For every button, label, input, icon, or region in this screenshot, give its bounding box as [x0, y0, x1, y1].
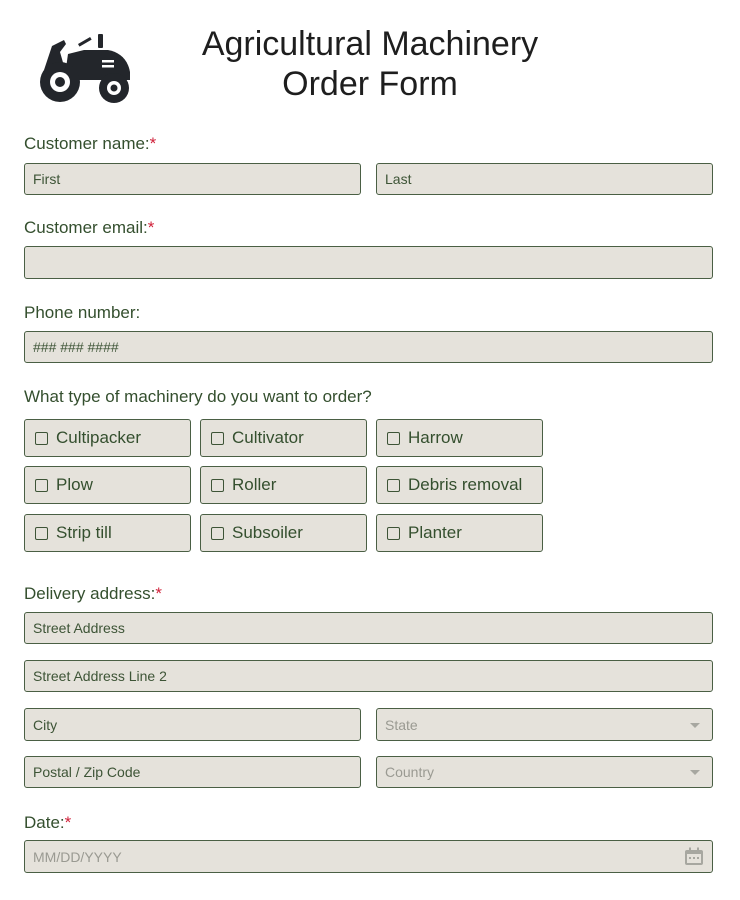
- date-label-text: Date:: [24, 813, 65, 832]
- checkbox-icon[interactable]: [35, 526, 48, 540]
- state-placeholder: State: [385, 716, 418, 733]
- checkbox-label: Cultipacker: [56, 428, 142, 447]
- date-input[interactable]: MM/DD/YYYY: [24, 840, 713, 873]
- checkbox-icon[interactable]: [35, 431, 48, 445]
- checkbox-label: Planter: [408, 523, 462, 542]
- street-address-input[interactable]: Street Address: [24, 612, 713, 644]
- required-asterisk: *: [155, 584, 162, 603]
- zip-code-input[interactable]: Postal / Zip Code: [24, 756, 361, 788]
- street-address-line2-input[interactable]: Street Address Line 2: [24, 660, 713, 692]
- checkbox-label: Subsoiler: [232, 523, 303, 542]
- customer-email-label: Customer email:*: [24, 218, 154, 238]
- first-name-input[interactable]: First: [24, 163, 361, 195]
- checkbox-label: Plow: [56, 475, 93, 494]
- checkbox-debris-removal[interactable]: Debris removal: [376, 466, 543, 504]
- calendar-icon[interactable]: [684, 847, 704, 866]
- first-name-placeholder: First: [33, 171, 61, 187]
- checkbox-subsoiler[interactable]: Subsoiler: [200, 514, 367, 552]
- checkbox-strip-till[interactable]: Strip till: [24, 514, 191, 552]
- customer-name-label: Customer name:*: [24, 134, 156, 154]
- required-asterisk: *: [149, 134, 157, 153]
- delivery-address-label-text: Delivery address:: [24, 584, 156, 603]
- checkbox-plow[interactable]: Plow: [24, 466, 191, 504]
- last-name-placeholder: Last: [385, 171, 412, 187]
- checkbox-harrow[interactable]: Harrow: [376, 419, 543, 457]
- date-placeholder: MM/DD/YYYY: [33, 848, 122, 865]
- street-address-placeholder: Street Address: [33, 620, 125, 636]
- email-input[interactable]: [24, 246, 713, 279]
- customer-email-label-text: Customer email:: [24, 218, 148, 237]
- last-name-input[interactable]: Last: [376, 163, 713, 195]
- title-line-1: Agricultural Machinery: [201, 25, 539, 63]
- checkbox-icon[interactable]: [387, 431, 400, 445]
- checkbox-planter[interactable]: Planter: [376, 514, 543, 552]
- checkbox-cultipacker[interactable]: Cultipacker: [24, 419, 191, 457]
- checkbox-cultivator[interactable]: Cultivator: [200, 419, 367, 457]
- tractor-icon: [40, 34, 130, 103]
- title-line-2: Order Form: [282, 65, 458, 103]
- country-select[interactable]: Country: [376, 756, 713, 788]
- required-asterisk: *: [64, 813, 72, 832]
- checkbox-label: Strip till: [56, 523, 112, 542]
- state-select[interactable]: State: [376, 708, 713, 741]
- page-title: Agricultural Machinery Order Form: [160, 24, 580, 104]
- phone-placeholder: ### ### ####: [33, 339, 119, 355]
- date-label: Date:*: [24, 813, 71, 833]
- country-placeholder: Country: [385, 764, 435, 780]
- phone-label: Phone number:: [24, 303, 141, 322]
- checkbox-label: Debris removal: [408, 475, 523, 494]
- city-input[interactable]: City: [24, 708, 361, 741]
- checkbox-label: Harrow: [408, 428, 463, 447]
- customer-name-label-text: Customer name:: [24, 134, 150, 153]
- checkbox-icon[interactable]: [387, 478, 400, 492]
- required-asterisk: *: [147, 218, 155, 237]
- zip-code-placeholder: Postal / Zip Code: [33, 764, 141, 780]
- checkbox-roller[interactable]: Roller: [200, 466, 367, 504]
- delivery-address-label: Delivery address:*: [24, 584, 162, 604]
- checkbox-icon[interactable]: [35, 478, 48, 492]
- checkbox-icon[interactable]: [211, 431, 224, 445]
- checkbox-label: Cultivator: [232, 428, 304, 447]
- checkbox-icon[interactable]: [211, 526, 224, 540]
- city-placeholder: City: [33, 716, 58, 733]
- machinery-label: What type of machinery do you want to or…: [24, 387, 372, 406]
- checkbox-icon[interactable]: [211, 478, 224, 492]
- checkbox-label: Roller: [232, 475, 277, 494]
- chevron-down-icon: [690, 722, 700, 728]
- phone-input[interactable]: ### ### ####: [24, 331, 713, 363]
- checkbox-icon[interactable]: [387, 526, 400, 540]
- chevron-down-icon: [690, 770, 700, 775]
- street-address-line2-placeholder: Street Address Line 2: [33, 668, 167, 684]
